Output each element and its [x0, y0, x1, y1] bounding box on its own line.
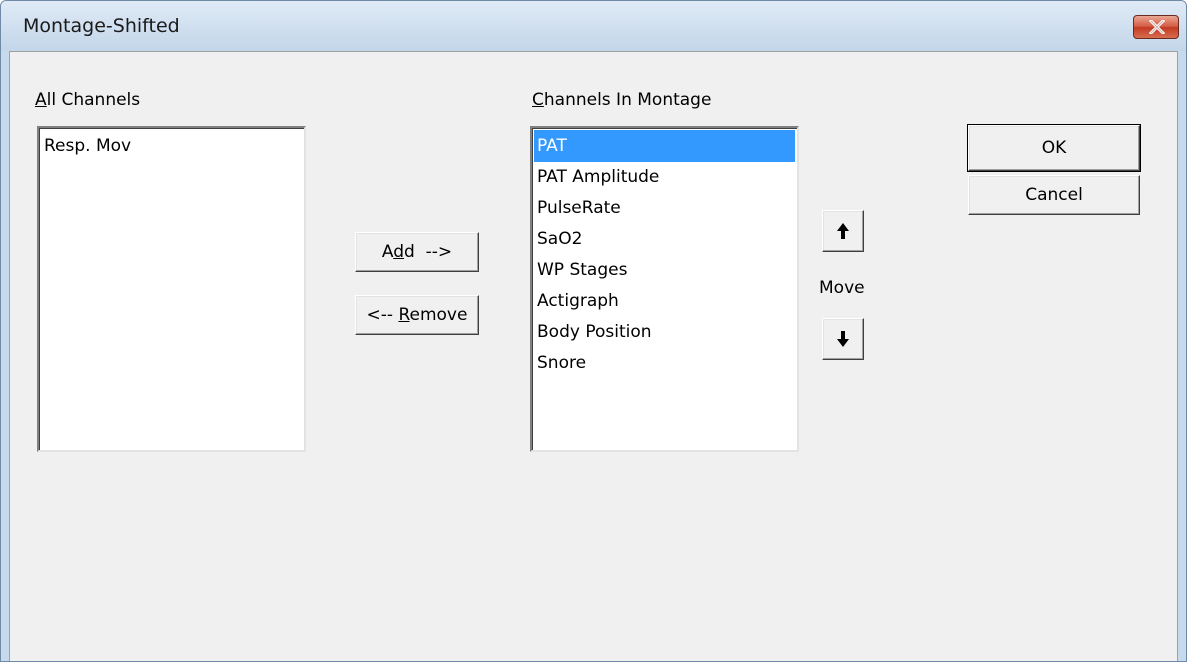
move-label: Move	[819, 278, 865, 298]
move-down-button[interactable]	[822, 318, 864, 360]
add-button[interactable]: Add -->	[355, 232, 479, 272]
title-bar[interactable]: Montage-Shifted	[1, 1, 1186, 51]
arrow-up-icon	[837, 223, 849, 239]
add-label-pre: A	[381, 242, 394, 262]
list-item[interactable]: SaO2	[534, 223, 582, 255]
move-up-button[interactable]	[822, 210, 864, 252]
list-item-selected[interactable]: PAT	[534, 130, 795, 162]
list-item[interactable]: WP Stages	[534, 254, 627, 286]
montage-label-accel: C	[532, 90, 544, 110]
list-item[interactable]: PulseRate	[534, 192, 621, 224]
list-item[interactable]: Body Position	[534, 316, 652, 348]
ok-button[interactable]: OK	[967, 124, 1141, 172]
dialog-client-area: All Channels Resp. Mov Add --> <-- Remov…	[9, 51, 1178, 661]
remove-button-label: <-- Remove	[367, 296, 468, 334]
all-channels-label: All Channels	[35, 90, 140, 110]
add-label-post: d -->	[404, 242, 453, 262]
close-x-icon	[1149, 20, 1165, 34]
remove-label-accel: R	[398, 305, 410, 325]
all-channels-label-rest: ll Channels	[46, 90, 141, 110]
list-item[interactable]: Resp. Mov	[41, 130, 131, 162]
montage-channels-list[interactable]: PAT PAT Amplitude PulseRate SaO2 WP Stag…	[530, 126, 799, 452]
dialog-window: Montage-Shifted All Channels Resp. Mov A…	[0, 0, 1187, 662]
list-item[interactable]: PAT Amplitude	[534, 161, 659, 193]
remove-label-pre: <--	[366, 305, 399, 325]
arrow-down-icon	[837, 331, 849, 347]
all-channels-list[interactable]: Resp. Mov	[37, 126, 306, 452]
montage-channels-label: Channels In Montage	[532, 90, 711, 110]
add-button-label: Add -->	[382, 233, 452, 271]
list-item[interactable]: Snore	[534, 347, 586, 379]
remove-button[interactable]: <-- Remove	[355, 295, 479, 335]
remove-label-post: emove	[409, 305, 468, 325]
list-item[interactable]: Actigraph	[534, 285, 619, 317]
window-title: Montage-Shifted	[23, 15, 180, 37]
add-label-accel: d	[393, 242, 404, 262]
close-button[interactable]	[1133, 15, 1179, 39]
cancel-button[interactable]: Cancel	[968, 175, 1140, 215]
montage-label-rest: hannels In Montage	[543, 90, 712, 110]
all-channels-label-accel: A	[35, 90, 47, 110]
